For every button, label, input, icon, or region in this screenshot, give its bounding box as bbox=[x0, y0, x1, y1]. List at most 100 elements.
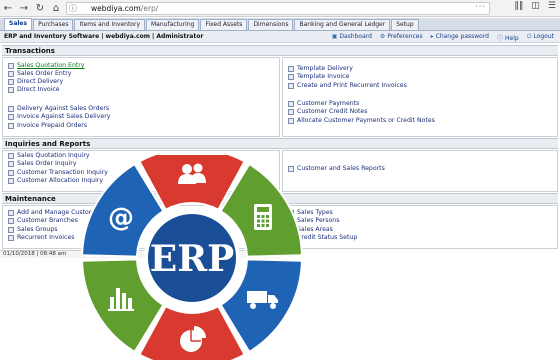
menu-link[interactable]: Customer Branches bbox=[8, 217, 78, 224]
menu-link-label: Invoice Prepaid Orders bbox=[17, 122, 88, 129]
document-icon bbox=[8, 105, 14, 112]
dashboard-icon: ▣ bbox=[331, 33, 338, 40]
menu-link-label: Delivery Against Sales Orders bbox=[17, 105, 110, 112]
tab-setup[interactable]: Setup bbox=[391, 19, 419, 30]
menu-link-label: Sales Order Entry bbox=[17, 70, 72, 77]
svg-text:@: @ bbox=[108, 203, 134, 233]
company-bar: ERP and Inventory Software | webdiya.com… bbox=[0, 31, 560, 43]
menu-link-label: Customer Branches bbox=[17, 217, 78, 224]
menu-link-label: Direct Invoice bbox=[17, 86, 60, 93]
menu-link-label: Sales Groups bbox=[17, 226, 58, 233]
link-change-password[interactable]: ▸ Change password bbox=[431, 33, 489, 42]
link-label: Preferences bbox=[387, 33, 423, 40]
url-text: webdiya.com/erp/ bbox=[91, 4, 159, 13]
help-icon: ⓘ bbox=[497, 35, 504, 42]
menu-link[interactable]: Direct Delivery bbox=[8, 78, 63, 85]
erp-label: ERP bbox=[150, 238, 234, 280]
document-icon bbox=[8, 86, 14, 93]
document-icon bbox=[8, 209, 14, 216]
menu-link-label: Credit Status Setup bbox=[297, 234, 358, 241]
reload-icon[interactable]: ↻ bbox=[32, 1, 48, 16]
browser-right-icons: ‖‖ ◫ ☰ bbox=[514, 1, 556, 11]
erp-ring-graphic: ERP @ bbox=[81, 155, 303, 360]
menu-link[interactable]: Sales Order Inquiry bbox=[8, 160, 77, 167]
menu-link[interactable]: Allocate Customer Payments or Credit Not… bbox=[288, 117, 435, 124]
sidebar-icon[interactable]: ◫ bbox=[531, 1, 540, 11]
menu-link-label: Create and Print Recurrent Invoices bbox=[297, 82, 407, 89]
menu-link[interactable]: Template Invoice bbox=[288, 73, 349, 80]
link-preferences[interactable]: ⚙ Preferences bbox=[380, 33, 423, 42]
menu-link[interactable]: Delivery Against Sales Orders bbox=[8, 105, 109, 112]
tab-fixed-assets[interactable]: Fixed Assets bbox=[200, 19, 248, 30]
document-icon bbox=[8, 78, 14, 85]
link-dashboard[interactable]: ▣ Dashboard bbox=[332, 33, 372, 42]
document-icon bbox=[8, 177, 14, 184]
document-icon bbox=[8, 169, 14, 176]
document-icon bbox=[8, 234, 14, 241]
home-icon[interactable]: ⌂ bbox=[48, 1, 64, 16]
menu-link[interactable]: Direct Invoice bbox=[8, 86, 60, 93]
document-icon bbox=[8, 226, 14, 233]
link-help[interactable]: ⓘ Help bbox=[497, 33, 519, 42]
link-label: Change password bbox=[435, 33, 489, 40]
menu-link-label: Sales Quotation Inquiry bbox=[17, 152, 90, 159]
info-icon: ⓘ bbox=[69, 4, 77, 13]
menu-link[interactable]: Template Delivery bbox=[288, 65, 353, 72]
menu-link-label: Template Delivery bbox=[297, 65, 353, 72]
document-icon bbox=[8, 62, 14, 69]
document-icon bbox=[288, 65, 294, 72]
menu-link-label: Sales Order Inquiry bbox=[17, 160, 77, 167]
tab-dimensions[interactable]: Dimensions bbox=[248, 19, 294, 30]
tab-purchases[interactable]: Purchases bbox=[33, 19, 74, 30]
tab-manufacturing[interactable]: Manufacturing bbox=[146, 19, 200, 30]
document-icon bbox=[288, 100, 294, 107]
section-transactions: Transactions bbox=[2, 45, 558, 56]
menu-link-label: Template Invoice bbox=[297, 73, 350, 80]
logout-icon: ⏻ bbox=[526, 33, 532, 40]
menu-link[interactable]: Sales Groups bbox=[8, 226, 58, 233]
menu-link[interactable]: Create and Print Recurrent Invoices bbox=[288, 82, 407, 89]
menu-link-label: Invoice Against Sales Delivery bbox=[17, 113, 111, 120]
module-tabs: Sales Purchases Items and Inventory Manufac… bbox=[0, 18, 560, 31]
library-icon[interactable]: ‖‖ bbox=[514, 1, 523, 11]
link-label: Dashboard bbox=[339, 33, 372, 40]
document-icon bbox=[288, 82, 294, 89]
menu-link-label: Sales Quotation Entry bbox=[17, 62, 85, 69]
menu-link[interactable]: Invoice Prepaid Orders bbox=[8, 122, 87, 129]
at-sign-icon: @ bbox=[108, 203, 134, 233]
link-label: Logout bbox=[533, 33, 554, 40]
menu-link[interactable]: Customer Payments bbox=[288, 100, 359, 107]
link-logout[interactable]: ⏻ Logout bbox=[527, 33, 554, 42]
document-icon bbox=[8, 152, 14, 159]
tab-sales[interactable]: Sales bbox=[4, 18, 33, 30]
page-actions-icon[interactable]: ··· bbox=[475, 2, 486, 11]
document-icon bbox=[8, 113, 14, 120]
menu-link[interactable]: Sales Quotation Entry bbox=[8, 62, 85, 69]
link-label: Help bbox=[505, 35, 519, 42]
menu-icon[interactable]: ☰ bbox=[548, 1, 556, 11]
menu-link-label: Customer Credit Notes bbox=[297, 108, 368, 115]
browser-toolbar: ← → ↻ ⌂ ⓘ webdiya.com/erp/ ··· ‖‖ ◫ ☰ bbox=[0, 0, 560, 17]
back-icon[interactable]: ← bbox=[0, 1, 16, 16]
menu-link-label: Allocate Customer Payments or Credit Not… bbox=[297, 117, 435, 124]
change-password-icon: ▸ bbox=[430, 33, 434, 40]
forward-icon[interactable]: → bbox=[16, 1, 32, 16]
menu-link[interactable]: Recurrent Invoices bbox=[8, 234, 74, 241]
tab-banking-and-general-ledger[interactable]: Banking and General Ledger bbox=[294, 19, 391, 30]
top-links: ▣ Dashboard ⚙ Preferences ▸ Change password ⓘ H… bbox=[332, 33, 554, 42]
menu-link-label: Customer Payments bbox=[297, 100, 360, 107]
menu-link[interactable]: Invoice Against Sales Delivery bbox=[8, 113, 110, 120]
document-icon bbox=[8, 217, 14, 224]
document-icon bbox=[8, 70, 14, 77]
menu-link[interactable]: Customer Credit Notes bbox=[288, 108, 367, 115]
menu-link[interactable]: Sales Order Entry bbox=[8, 70, 71, 77]
menu-link-label: Customer and Sales Reports bbox=[297, 165, 385, 172]
company-name: ERP and Inventory Software | webdiya.com… bbox=[4, 33, 204, 40]
menu-link[interactable]: Sales Quotation Inquiry bbox=[8, 152, 90, 159]
tab-items-and-inventory[interactable]: Items and Inventory bbox=[74, 19, 145, 30]
calculator-icon bbox=[254, 204, 273, 230]
section-inquiries: Inquiries and Reports bbox=[2, 138, 558, 149]
document-icon bbox=[288, 108, 294, 115]
menu-link-label: Recurrent Invoices bbox=[17, 234, 75, 241]
address-bar[interactable]: ⓘ webdiya.com/erp/ ··· bbox=[66, 2, 490, 15]
